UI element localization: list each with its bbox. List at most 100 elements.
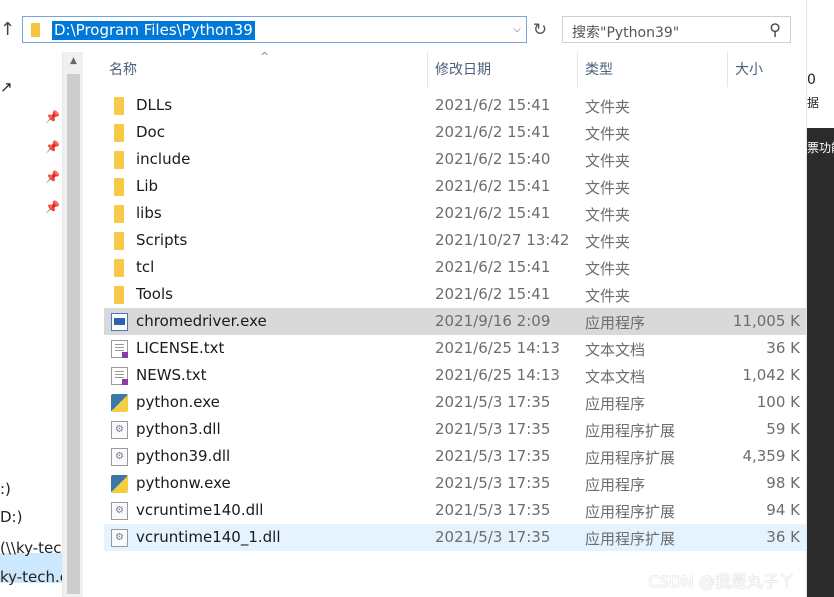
file-row[interactable]: tcl 2021/6/2 15:41 文件夹 (104, 254, 806, 281)
address-bar[interactable]: D:\Program Files\Python39 ⌵ (22, 16, 527, 43)
column-date[interactable]: 修改日期 (435, 59, 491, 79)
file-date: 2021/6/2 15:41 (435, 123, 551, 141)
address-toolbar: ↑ D:\Program Files\Python39 ⌵ ↻ 搜索"Pytho… (0, 0, 806, 56)
file-name: NEWS.txt (136, 366, 207, 384)
file-date: 2021/6/2 15:41 (435, 177, 551, 195)
file-date: 2021/5/3 17:35 (435, 501, 551, 519)
file-row[interactable]: LICENSE.txt 2021/6/25 14:13 文本文档 36 K (104, 335, 806, 362)
file-size: 59 K (766, 420, 800, 438)
file-size: 1,042 K (742, 366, 800, 384)
folder-icon (31, 23, 40, 37)
file-type: 应用程序 (585, 476, 646, 494)
file-name: python3.dll (136, 420, 221, 438)
address-path[interactable]: D:\Program Files\Python39 (52, 21, 255, 40)
background-window-edge: 0 据 票功能 (806, 0, 834, 597)
file-name: include (136, 150, 191, 168)
file-date: 2021/6/2 15:40 (435, 150, 551, 168)
folder-icon (114, 124, 124, 142)
file-type: 应用程序扩展 (585, 422, 676, 440)
folder-icon (114, 151, 124, 169)
file-date: 2021/6/2 15:41 (435, 285, 551, 303)
right-fragment-1: 0 (807, 72, 816, 88)
file-type: 文件夹 (585, 179, 631, 197)
column-divider[interactable] (727, 52, 728, 87)
pin-icon[interactable]: 📌 (45, 140, 60, 154)
file-name: tcl (136, 258, 155, 276)
file-size: 100 K (756, 393, 800, 411)
sort-ascending-icon: ^ (260, 50, 270, 63)
file-date: 2021/6/2 15:41 (435, 204, 551, 222)
search-icon[interactable]: ⚲ (769, 20, 781, 39)
refresh-icon[interactable]: ↻ (530, 19, 550, 41)
file-date: 2021/6/2 15:41 (435, 96, 551, 114)
file-row[interactable]: python.exe 2021/5/3 17:35 应用程序 100 K (104, 389, 806, 416)
dll-icon (111, 529, 128, 547)
file-size: 36 K (766, 339, 800, 357)
file-type: 应用程序 (585, 395, 646, 413)
file-row[interactable]: include 2021/6/2 15:40 文件夹 (104, 146, 806, 173)
text-file-icon (111, 340, 128, 358)
file-type: 应用程序 (585, 314, 646, 332)
file-date: 2021/5/3 17:35 (435, 528, 551, 546)
column-name[interactable]: 名称 (109, 59, 137, 79)
pin-icon[interactable]: 📌 (45, 200, 60, 214)
column-divider[interactable] (577, 52, 578, 87)
file-row[interactable]: Scripts 2021/10/27 13:42 文件夹 (104, 227, 806, 254)
file-name: DLLs (136, 96, 173, 114)
nav-item-network-2[interactable]: ky-tech.c (0, 568, 62, 586)
folder-icon (114, 97, 124, 115)
file-size: 94 K (766, 501, 800, 519)
file-type: 文件夹 (585, 233, 631, 251)
file-size: 98 K (766, 474, 800, 492)
file-type: 文件夹 (585, 206, 631, 224)
file-row[interactable]: pythonw.exe 2021/5/3 17:35 应用程序 98 K (104, 470, 806, 497)
folder-icon (114, 232, 124, 250)
file-type: 应用程序扩展 (585, 530, 676, 548)
nav-item-drive-d[interactable]: D:) (0, 508, 22, 526)
up-arrow-icon[interactable]: ↑ (0, 18, 16, 42)
file-type: 文件夹 (585, 125, 631, 143)
file-date: 2021/5/3 17:35 (435, 447, 551, 465)
column-type[interactable]: 类型 (585, 59, 613, 79)
chevron-down-icon[interactable]: ⌵ (510, 21, 524, 39)
file-name: libs (136, 204, 162, 222)
file-name: Scripts (136, 231, 188, 249)
file-date: 2021/5/3 17:35 (435, 474, 551, 492)
pin-icon[interactable]: 📌 (45, 170, 60, 184)
file-row[interactable]: chromedriver.exe 2021/9/16 2:09 应用程序 11,005… (104, 308, 806, 335)
search-input[interactable]: 搜索"Python39" ⚲ (562, 16, 791, 43)
file-row[interactable]: Doc 2021/6/2 15:41 文件夹 (104, 119, 806, 146)
file-date: 2021/6/25 14:13 (435, 339, 560, 357)
column-size[interactable]: 大小 (735, 59, 763, 79)
nav-item-network-1[interactable]: (\\ky-tec (0, 539, 62, 557)
file-type: 文件夹 (585, 98, 631, 116)
file-row[interactable]: NEWS.txt 2021/6/25 14:13 文本文档 1,042 K (104, 362, 806, 389)
file-row[interactable]: DLLs 2021/6/2 15:41 文件夹 (104, 92, 806, 119)
column-divider[interactable] (427, 52, 428, 87)
watermark: CSDN @我是丸子丫 (648, 572, 795, 591)
right-fragment-3: 票功能 (807, 141, 834, 155)
nav-fragment-top: ↗ (0, 78, 13, 96)
text-file-icon (111, 367, 128, 385)
navigation-scrollbar[interactable]: ▲ (62, 52, 83, 597)
file-row[interactable]: vcruntime140_1.dll 2021/5/3 17:35 应用程序扩展 36… (104, 524, 806, 551)
scrollbar-thumb[interactable] (67, 74, 80, 594)
file-row[interactable]: vcruntime140.dll 2021/5/3 17:35 应用程序扩展 94 K (104, 497, 806, 524)
file-name: vcruntime140_1.dll (136, 528, 281, 546)
folder-icon (114, 205, 124, 223)
file-type: 应用程序扩展 (585, 449, 676, 467)
file-name: LICENSE.txt (136, 339, 225, 357)
file-type: 文本文档 (585, 341, 646, 359)
file-row[interactable]: Lib 2021/6/2 15:41 文件夹 (104, 173, 806, 200)
dark-panel: 票功能 (807, 128, 834, 597)
file-row[interactable]: Tools 2021/6/2 15:41 文件夹 (104, 281, 806, 308)
file-type: 文件夹 (585, 260, 631, 278)
file-row[interactable]: libs 2021/6/2 15:41 文件夹 (104, 200, 806, 227)
file-row[interactable]: python39.dll 2021/5/3 17:35 应用程序扩展 4,359 K (104, 443, 806, 470)
navigation-pane: ↗ 📌 📌 📌 📌 :) D:) (\\ky-tec ky-tech.c (0, 52, 62, 597)
scroll-up-icon[interactable]: ▲ (63, 56, 84, 66)
folder-icon (114, 178, 124, 196)
file-row[interactable]: python3.dll 2021/5/3 17:35 应用程序扩展 59 K (104, 416, 806, 443)
pin-icon[interactable]: 📌 (45, 110, 60, 124)
nav-item-drive-c[interactable]: :) (0, 480, 11, 498)
